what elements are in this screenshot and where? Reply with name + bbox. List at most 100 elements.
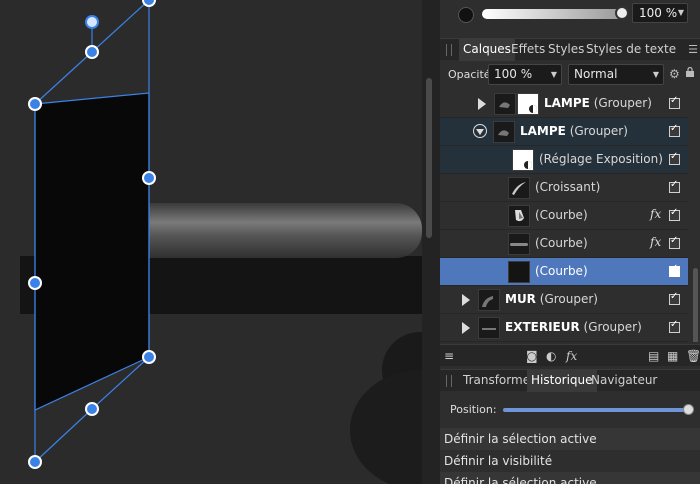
visibility-checkbox[interactable] [669,123,680,137]
bottom-panel-tabs: Transformer Historique Navigateur [440,369,700,392]
layer-row-selected[interactable]: (Courbe) [440,258,688,286]
layer-title: LAMPE [520,124,566,138]
layer-thumbnail [508,205,530,227]
selected-curve-shape[interactable] [34,92,150,411]
layer-opacity-value: 100 % [494,67,533,81]
layer-title: LAMPE [544,96,590,110]
layer-title: EXTERIEUR [505,320,580,334]
fx-icon[interactable]: fx [566,349,577,363]
layer-opacity-dropdown[interactable]: 100 % ▼ [488,64,562,85]
chevron-down-icon: ▼ [550,70,557,79]
layer-thumbnail [508,233,530,255]
panel-grip-icon[interactable] [446,44,452,56]
color-swatch[interactable] [458,7,474,23]
adjustment-icon [524,161,532,169]
panel-menu-icon[interactable]: ☰ [688,43,698,56]
visibility-checkbox[interactable] [669,179,680,193]
layer-row[interactable]: (Courbe) fx [440,230,688,258]
crescent-thumbnail-icon [512,182,526,195]
expand-icon[interactable] [462,294,470,306]
panel-grip-icon[interactable] [446,375,452,387]
layer-name: EXTERIEUR (Grouper) [505,320,642,334]
visibility-checkbox[interactable] [669,151,680,165]
opacity-slider[interactable] [482,9,622,19]
trash-icon[interactable]: 🗑 [686,349,700,363]
layer-name: (Courbe) [535,236,588,250]
opacity-dropdown[interactable]: 100 % ▼ [632,3,688,23]
history-item[interactable]: Définir la sélection active [440,428,700,450]
layer-name: (Courbe) [535,264,588,278]
bulb-thumbnail-icon [515,210,524,222]
rotation-handle[interactable] [85,15,99,29]
history-position-knob[interactable] [683,404,694,415]
collapse-icon[interactable] [473,124,487,138]
layer-thumbnail [494,93,516,115]
fx-icon[interactable]: fx [650,207,661,221]
opacity-slider-knob[interactable] [615,6,629,20]
canvas-scrollbar[interactable] [426,78,432,238]
blend-mode-value: Normal [574,67,618,81]
opacity-dropdown-value: 100 % [639,6,678,20]
tab-navigateur[interactable]: Navigateur [587,370,661,392]
layer-thumbnail [512,149,534,171]
wall-thumbnail-icon [482,296,493,307]
selection-handle[interactable] [85,402,99,416]
chevron-down-icon: ▼ [677,8,684,17]
selection-handle[interactable] [28,455,42,469]
layer-name: (Réglage Exposition) [539,152,663,166]
lock-icon[interactable] [686,67,694,77]
selection-handle[interactable] [85,45,99,59]
layer-title: MUR [505,292,536,306]
tab-styles-de-texte[interactable]: Styles de texte [582,39,680,61]
layer-row[interactable]: (Croissant) [440,174,688,202]
layer-row[interactable]: LAMPE (Grouper) [440,118,688,146]
visibility-checkbox[interactable] [669,235,680,249]
selection-handle[interactable] [142,171,156,185]
adjustment-icon[interactable]: ◐ [546,349,556,363]
layer-row[interactable]: (Réglage Exposition) [440,146,688,174]
layer-row[interactable]: (Courbe) fx [440,202,688,230]
selection-handle[interactable] [142,350,156,364]
lamp-thumbnail-icon [499,102,510,108]
layers-stack-icon[interactable]: ≡ [444,349,454,363]
document-canvas[interactable] [0,0,422,484]
visibility-checkbox[interactable] [669,291,680,305]
tab-effets[interactable]: Effets [507,39,549,61]
gear-icon[interactable]: ⚙ [669,67,680,81]
selection-handle[interactable] [142,0,156,7]
mask-thumbnail [517,93,539,115]
fx-icon[interactable]: fx [650,235,661,249]
right-panel: 100 % ▼ Calques Effets Styles Styles de … [440,0,700,484]
color-opacity-strip: 100 % ▼ [440,0,700,32]
layers-panel-tabs: Calques Effets Styles Styles de texte ☰ [440,38,700,61]
layer-name: (Croissant) [535,180,601,194]
history-panel: Position: Définir la sélection active Dé… [440,393,700,484]
canvas-artwork [20,0,422,484]
layer-list-scrollbar[interactable] [693,268,698,342]
selection-handle[interactable] [28,276,42,290]
visibility-checkbox[interactable] [669,319,680,333]
layer-row[interactable]: MUR (Grouper) [440,286,688,314]
visibility-checkbox[interactable] [669,95,680,109]
layer-name: LAMPE (Grouper) [520,124,628,138]
layer-type: (Grouper) [569,124,628,138]
layer-properties-row: Opacité: 100 % ▼ Normal ▼ ⚙ [440,62,700,88]
blend-mode-dropdown[interactable]: Normal ▼ [568,64,664,85]
visibility-checkbox[interactable] [669,263,680,277]
mask-icon[interactable]: ◙ [526,349,538,363]
layer-type: (Grouper) [583,320,642,334]
layer-row[interactable]: EXTERIEUR (Grouper) [440,314,688,342]
selection-handle[interactable] [28,97,42,111]
visibility-checkbox[interactable] [669,207,680,221]
chevron-down-icon: ▼ [652,70,659,79]
expand-icon[interactable] [478,98,486,110]
history-item[interactable]: Définir la visibilité [440,450,700,472]
history-item[interactable]: Définir la sélection active [440,472,700,484]
layer-row[interactable]: LAMPE (Grouper) [440,90,688,118]
layer-type: (Grouper) [539,292,598,306]
history-position-slider[interactable] [503,408,689,412]
position-label: Position: [450,403,497,416]
add-layer-icon[interactable]: ▤ [648,349,659,363]
expand-icon[interactable] [462,322,470,334]
pixel-layer-icon[interactable]: ▦ [667,349,678,363]
